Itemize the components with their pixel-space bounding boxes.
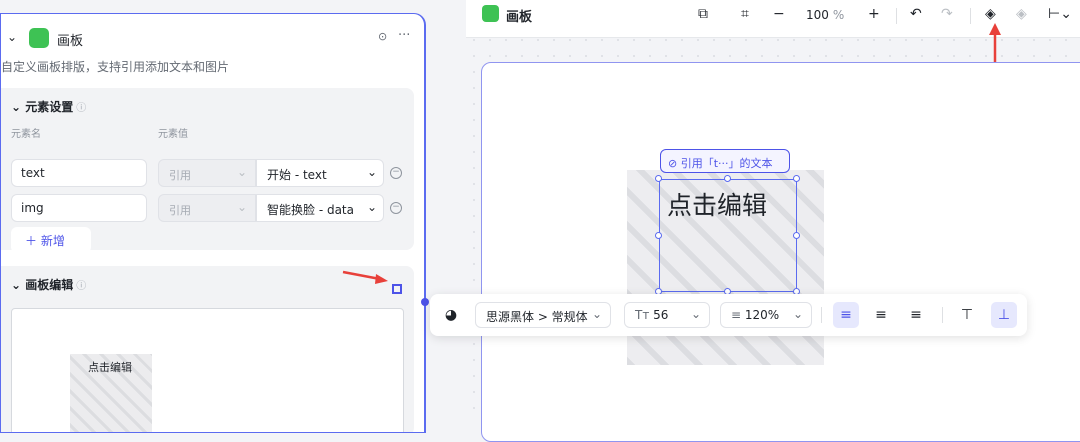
preview-icon[interactable]: ⧉ xyxy=(698,6,708,22)
preview-text: 点击编辑 xyxy=(88,361,132,374)
line-height-select[interactable]: ≡ 120% ⌄ xyxy=(720,302,812,328)
text-format-toolbar: ◕ 思源黑体 > 常规体 ⌄ Tт 56 ⌄ ≡ 120% ⌄ ≡ ≡ ≡ ⊤ ⊥ xyxy=(430,294,1027,336)
font-size-select[interactable]: Tт 56 ⌄ xyxy=(624,302,710,328)
line-height-label: 120% xyxy=(744,308,780,322)
canvas-preview[interactable]: 点击编辑 xyxy=(11,308,404,432)
col-name-label: 元素名 xyxy=(11,129,41,140)
redo-icon[interactable]: ↷ xyxy=(941,6,953,22)
resize-handle[interactable] xyxy=(793,175,800,182)
chevron-down-icon: ⌄ xyxy=(236,165,247,179)
divider xyxy=(970,8,971,24)
font-family-label: 思源黑体 > 常规体 xyxy=(486,310,588,324)
canvas-edit-title: 画板编辑 xyxy=(25,278,74,292)
ref-value-select[interactable]: 开始 - text ⌄ xyxy=(256,159,384,187)
undo-icon[interactable]: ↶ xyxy=(910,6,922,22)
node-description: 自定义画板排版，支持引用添加文本和图片 xyxy=(1,60,230,74)
reference-badge[interactable]: ⊘ 引用「t···」的文本 xyxy=(660,149,790,173)
zoom-in-icon[interactable]: + xyxy=(868,6,880,22)
remove-row-icon[interactable]: − xyxy=(390,202,402,214)
resize-handle[interactable] xyxy=(724,175,731,182)
ref-mode-select[interactable]: 引用 ⌄ xyxy=(158,194,256,222)
zoom-unit: % xyxy=(832,8,845,22)
connection-port[interactable] xyxy=(421,298,429,306)
element-settings-title: 元素设置 xyxy=(25,100,74,114)
resize-handle[interactable] xyxy=(793,232,800,239)
ref-value-label: 智能换脸 - data xyxy=(267,203,354,217)
col-value-label: 元素值 xyxy=(158,129,188,140)
zoom-out-icon[interactable]: − xyxy=(773,6,785,22)
add-element-label: 新增 xyxy=(40,234,65,248)
ref-mode-label: 引用 xyxy=(169,204,191,217)
remove-row-icon[interactable]: − xyxy=(390,167,402,179)
zoom-number: 100 xyxy=(806,8,829,22)
editor-title: 画板 xyxy=(506,10,533,25)
chevron-down-icon: ⌄ xyxy=(236,200,247,214)
node-header: ⌄ 画板 ⊙ ··· xyxy=(1,28,424,50)
align-left-icon[interactable]: ≡ xyxy=(833,302,859,328)
align-right-icon[interactable]: ≡ xyxy=(903,302,929,328)
canvas-node-panel: ⌄ 画板 ⊙ ··· 自定义画板排版，支持引用添加文本和图片 ⌄ 元素设置 ⓘ 元… xyxy=(0,13,426,433)
element-name-input[interactable]: text xyxy=(11,159,147,187)
palette-icon[interactable]: ◕ xyxy=(438,302,464,328)
element-settings-header[interactable]: ⌄ 元素设置 ⓘ xyxy=(11,98,86,115)
reference-label: 引用「t···」的文本 xyxy=(680,157,773,170)
add-element-button[interactable]: ＋ 新增 xyxy=(11,227,91,253)
ref-mode-select[interactable]: 引用 ⌄ xyxy=(158,159,256,187)
canvas-node-icon xyxy=(482,5,499,22)
divider xyxy=(821,307,822,323)
info-icon: ⓘ xyxy=(76,103,87,114)
chevron-down-icon: ⌄ xyxy=(366,200,377,214)
element-name-input[interactable]: img xyxy=(11,194,147,222)
ref-value-label: 开始 - text xyxy=(267,168,327,182)
node-title: 画板 xyxy=(57,34,84,49)
font-family-select[interactable]: 思源黑体 > 常规体 ⌄ xyxy=(475,302,611,328)
chevron-down-icon: ⌄ xyxy=(792,307,803,321)
info-icon: ⓘ xyxy=(76,281,87,292)
line-height-icon: ≡ xyxy=(731,308,742,322)
align-icon[interactable]: ⊢⌄ xyxy=(1048,6,1072,22)
layer-down-icon[interactable]: ◈ xyxy=(1016,6,1027,22)
run-icon[interactable]: ⊙ xyxy=(378,30,387,43)
align-top-icon[interactable]: ⊤ xyxy=(954,302,980,328)
more-icon[interactable]: ··· xyxy=(398,28,410,43)
chevron-down-icon: ⌄ xyxy=(591,307,602,321)
resize-handle[interactable] xyxy=(655,232,662,239)
font-size-icon: Tт xyxy=(635,308,650,322)
canvas-edit-header[interactable]: ⌄ 画板编辑 ⓘ xyxy=(11,276,86,293)
resize-handle[interactable] xyxy=(655,175,662,182)
chevron-down-icon: ⌄ xyxy=(366,165,377,179)
layer-up-icon[interactable]: ◈ xyxy=(985,6,996,22)
font-size-label: 56 xyxy=(653,308,669,322)
ref-value-select[interactable]: 智能换脸 - data ⌄ xyxy=(256,194,384,222)
zoom-value[interactable]: 100% xyxy=(800,4,856,26)
annotation-arrow-icon xyxy=(342,270,388,284)
ref-mode-label: 引用 xyxy=(169,169,191,182)
fit-screen-icon[interactable]: ⌗ xyxy=(741,6,749,22)
expand-icon[interactable] xyxy=(392,284,402,294)
divider xyxy=(942,307,943,323)
element-settings-section: ⌄ 元素设置 ⓘ 元素名 元素值 text 引用 ⌄ 开始 - text ⌄ − im… xyxy=(1,88,414,253)
canvas-node-icon xyxy=(29,28,49,48)
canvas-edit-section: ⌄ 画板编辑 ⓘ 点击编辑 xyxy=(1,266,414,432)
canvas-text[interactable]: 点击编辑 xyxy=(667,186,767,222)
divider xyxy=(896,8,897,24)
collapse-chevron-icon[interactable]: ⌄ xyxy=(7,30,17,44)
align-center-icon[interactable]: ≡ xyxy=(868,302,894,328)
chevron-down-icon: ⌄ xyxy=(690,307,701,321)
align-bottom-icon[interactable]: ⊥ xyxy=(991,302,1017,328)
